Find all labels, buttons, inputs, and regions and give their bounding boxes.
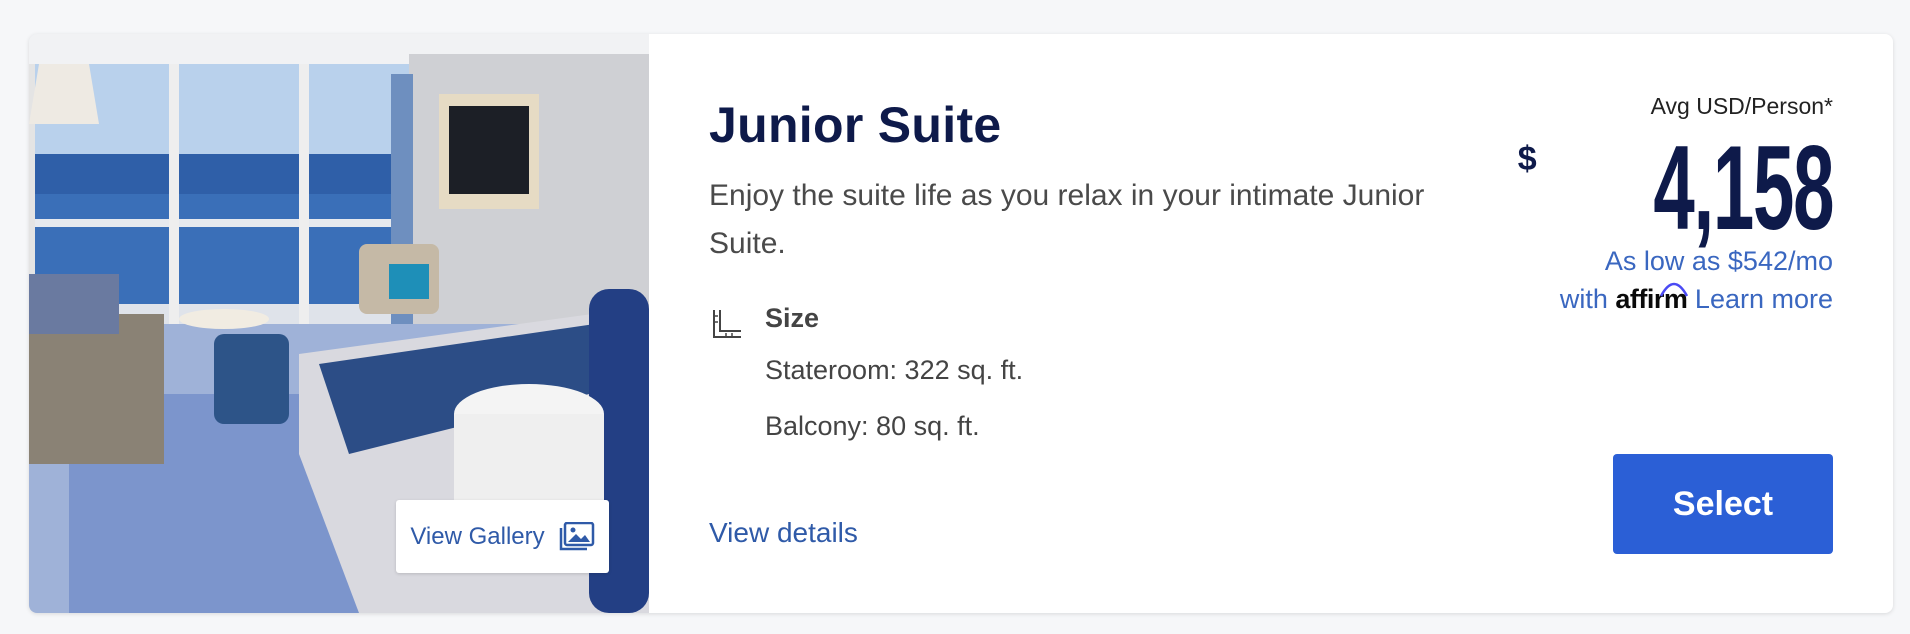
suite-description: Enjoy the suite life as you relax in you… <box>709 179 1425 260</box>
affirm-with: with <box>1559 284 1608 314</box>
avg-price-label: Avg USD/Person* <box>1650 93 1833 119</box>
balcony-size: Balcony: 80 sq. ft. <box>765 411 980 441</box>
currency-symbol: $ <box>1517 140 1537 178</box>
price-amount: 4,158 <box>1653 121 1834 255</box>
stateroom-card: View Gallery Junior Suite Enjoy the suit… <box>29 34 1893 613</box>
image-gallery-icon <box>559 521 595 552</box>
affirm-monthly: As low as $542/mo <box>1604 246 1833 276</box>
view-details-link[interactable]: View details <box>709 517 858 549</box>
stateroom-photo[interactable]: View Gallery <box>29 34 649 613</box>
price: $ 4,158 <box>1517 121 1834 255</box>
affirm-logo[interactable]: affirm <box>1615 282 1689 314</box>
affirm-arc-icon <box>1660 282 1689 297</box>
learn-more-link[interactable]: Learn more <box>1695 284 1833 314</box>
select-button[interactable]: Select <box>1613 454 1833 554</box>
affirm-financing: As low as $542/mo with affirm Learn more <box>1513 242 1833 318</box>
view-gallery-label: View Gallery <box>410 522 545 550</box>
suite-title: Junior Suite <box>709 97 1002 153</box>
size-heading: Size <box>765 303 820 333</box>
stateroom-size: Stateroom: 322 sq. ft. <box>765 355 1024 385</box>
ruler-corner-icon <box>711 308 743 340</box>
view-gallery-button[interactable]: View Gallery <box>396 500 609 573</box>
